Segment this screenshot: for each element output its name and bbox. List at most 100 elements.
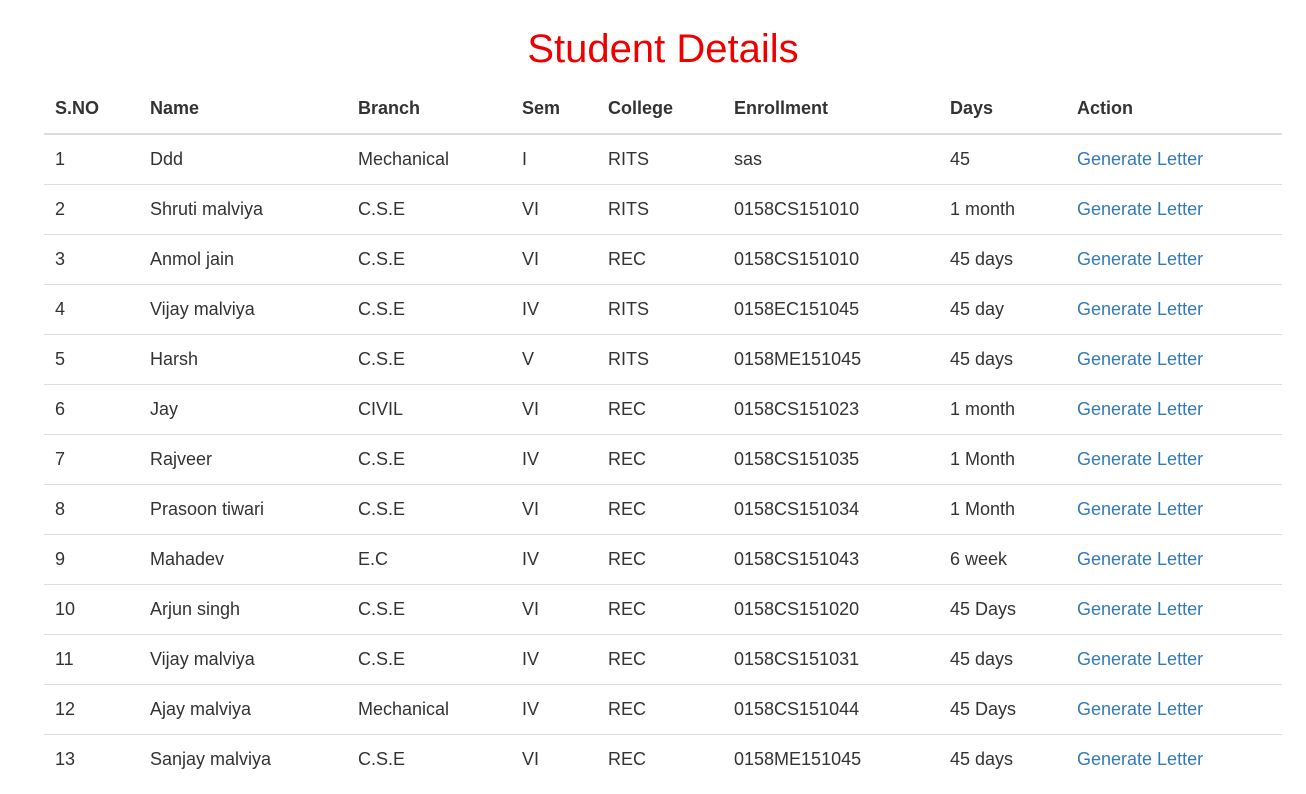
page-title: Student Details [527,27,799,71]
cell-enrollment: 0158CS151010 [723,233,939,284]
cell-days: 45 days [939,733,1066,784]
cell-sem: VI [511,233,597,284]
cell-enrollment: 0158CS151035 [723,433,939,484]
generate-letter-link[interactable]: Generate Letter [1077,549,1203,569]
generate-letter-link[interactable]: Generate Letter [1077,149,1203,169]
cell-sno: 13 [44,733,139,784]
table-header-row: S.NO Name Branch Sem College Enrollment … [44,84,1282,135]
column-header-college: College [597,84,723,135]
cell-branch: Mechanical [358,148,450,169]
cell-days: 45 days [939,233,1066,284]
cell-action: Generate Letter [1066,633,1282,684]
cell-college: REC [597,433,723,484]
cell-enrollment: 0158CS151043 [723,533,939,584]
cell-name: Vijay malviya [139,283,347,334]
cell-college: REC [597,383,723,434]
cell-days: 45 days [939,333,1066,384]
cell-college: REC [597,683,723,734]
generate-letter-link[interactable]: Generate Letter [1077,449,1203,469]
cell-college: RITS [597,333,723,384]
cell-sem: IV [511,533,597,584]
table-row: 2 Shruti malviya C.S.E VI RITS 0158CS151010 1 … [44,183,1282,234]
cell-action: Generate Letter [1066,233,1282,284]
cell-sno: 3 [44,233,139,284]
table-row: 5 Harsh C.S.E V RITS 0158ME151045 45 days Gener… [44,333,1282,384]
cell-sem: IV [511,433,597,484]
cell-action: Generate Letter [1066,183,1282,234]
generate-letter-link[interactable]: Generate Letter [1077,599,1203,619]
table-row: 3 Anmol jain C.S.E VI REC 0158CS151010 45 days… [44,233,1282,284]
table-row: 6 Jay CIVIL VI REC 0158CS151023 1 month Generat… [44,383,1282,434]
cell-action: Generate Letter [1066,533,1282,584]
cell-action: Generate Letter [1066,683,1282,734]
cell-name: Sanjay malviya [139,733,347,784]
cell-college: REC [597,733,723,784]
cell-sno: 8 [44,483,139,534]
cell-branch: C.S.E [347,433,511,484]
cell-action: Generate Letter [1066,583,1282,634]
cell-sno: 4 [44,283,139,334]
cell-sem: IV [511,683,597,734]
cell-college: REC [597,233,723,284]
cell-enrollment: 0158CS151010 [723,183,939,234]
cell-branch: C.S.E [347,733,511,784]
column-header-branch: Branch [347,84,511,135]
cell-days: 1 Month [939,483,1066,534]
cell-name: Harsh [139,333,347,384]
cell-branch: C.S.E [347,333,511,384]
cell-sno: 5 [44,333,139,384]
cell-enrollment: 0158CS151031 [723,633,939,684]
generate-letter-link[interactable]: Generate Letter [1077,349,1203,369]
cell-sno: 11 [44,633,139,684]
cell-college: REC [597,583,723,634]
generate-letter-link[interactable]: Generate Letter [1077,249,1203,269]
cell-college: REC [597,533,723,584]
cell-branch: C.S.E [347,233,511,284]
cell-sem: IV [511,633,597,684]
table-row: 1 Ddd Mechanical I RITS sas 45 Generate Letter [44,134,1282,184]
cell-days: 1 month [939,183,1066,234]
table-row: 13 Sanjay malviya C.S.E VI REC 0158ME151045 45… [44,733,1282,784]
cell-branch: C.S.E [347,583,511,634]
cell-branch: E.C [347,533,511,584]
cell-enrollment: 0158CS151023 [723,383,939,434]
cell-action: Generate Letter [1066,283,1282,334]
generate-letter-link[interactable]: Generate Letter [1077,499,1203,519]
column-header-sno: S.NO [44,84,139,135]
cell-sem: I [522,148,528,169]
generate-letter-link[interactable]: Generate Letter [1077,649,1203,669]
cell-name: Rajveer [139,433,347,484]
cell-branch: C.S.E [347,283,511,334]
generate-letter-link[interactable]: Generate Letter [1077,749,1203,769]
cell-enrollment: 0158CS151044 [723,683,939,734]
cell-branch: Mechanical [347,683,511,734]
cell-action: Generate Letter [1066,134,1282,184]
column-header-name: Name [139,84,347,135]
cell-days: 45 Days [939,683,1066,734]
cell-enrollment: 0158ME151045 [723,333,939,384]
cell-days: 1 month [939,383,1066,434]
cell-name: Mahadev [139,533,347,584]
table-row: 8 Prasoon tiwari C.S.E VI REC 0158CS151034 1 M… [44,483,1282,534]
cell-days: 45 day [939,283,1066,334]
generate-letter-link[interactable]: Generate Letter [1077,699,1203,719]
generate-letter-link[interactable]: Generate Letter [1077,199,1203,219]
cell-sem: VI [511,583,597,634]
cell-college: RITS [597,183,723,234]
cell-enrollment: 0158CS151034 [723,483,939,534]
cell-sno: 12 [44,683,139,734]
cell-sem: VI [511,483,597,534]
cell-name: Shruti malviya [139,183,347,234]
generate-letter-link[interactable]: Generate Letter [1077,399,1203,419]
column-header-sem: Sem [511,84,597,135]
cell-branch: CIVIL [347,383,511,434]
page: Student Details S.NO Name Branch Sem Col… [0,0,1306,794]
cell-sno: 9 [44,533,139,584]
cell-sno: 7 [44,433,139,484]
cell-name: Arjun singh [139,583,347,634]
cell-college: REC [597,633,723,684]
cell-sem: VI [511,183,597,234]
cell-branch: C.S.E [347,633,511,684]
generate-letter-link[interactable]: Generate Letter [1077,299,1203,319]
table-row: 7 Rajveer C.S.E IV REC 0158CS151035 1 Month Gen… [44,433,1282,484]
